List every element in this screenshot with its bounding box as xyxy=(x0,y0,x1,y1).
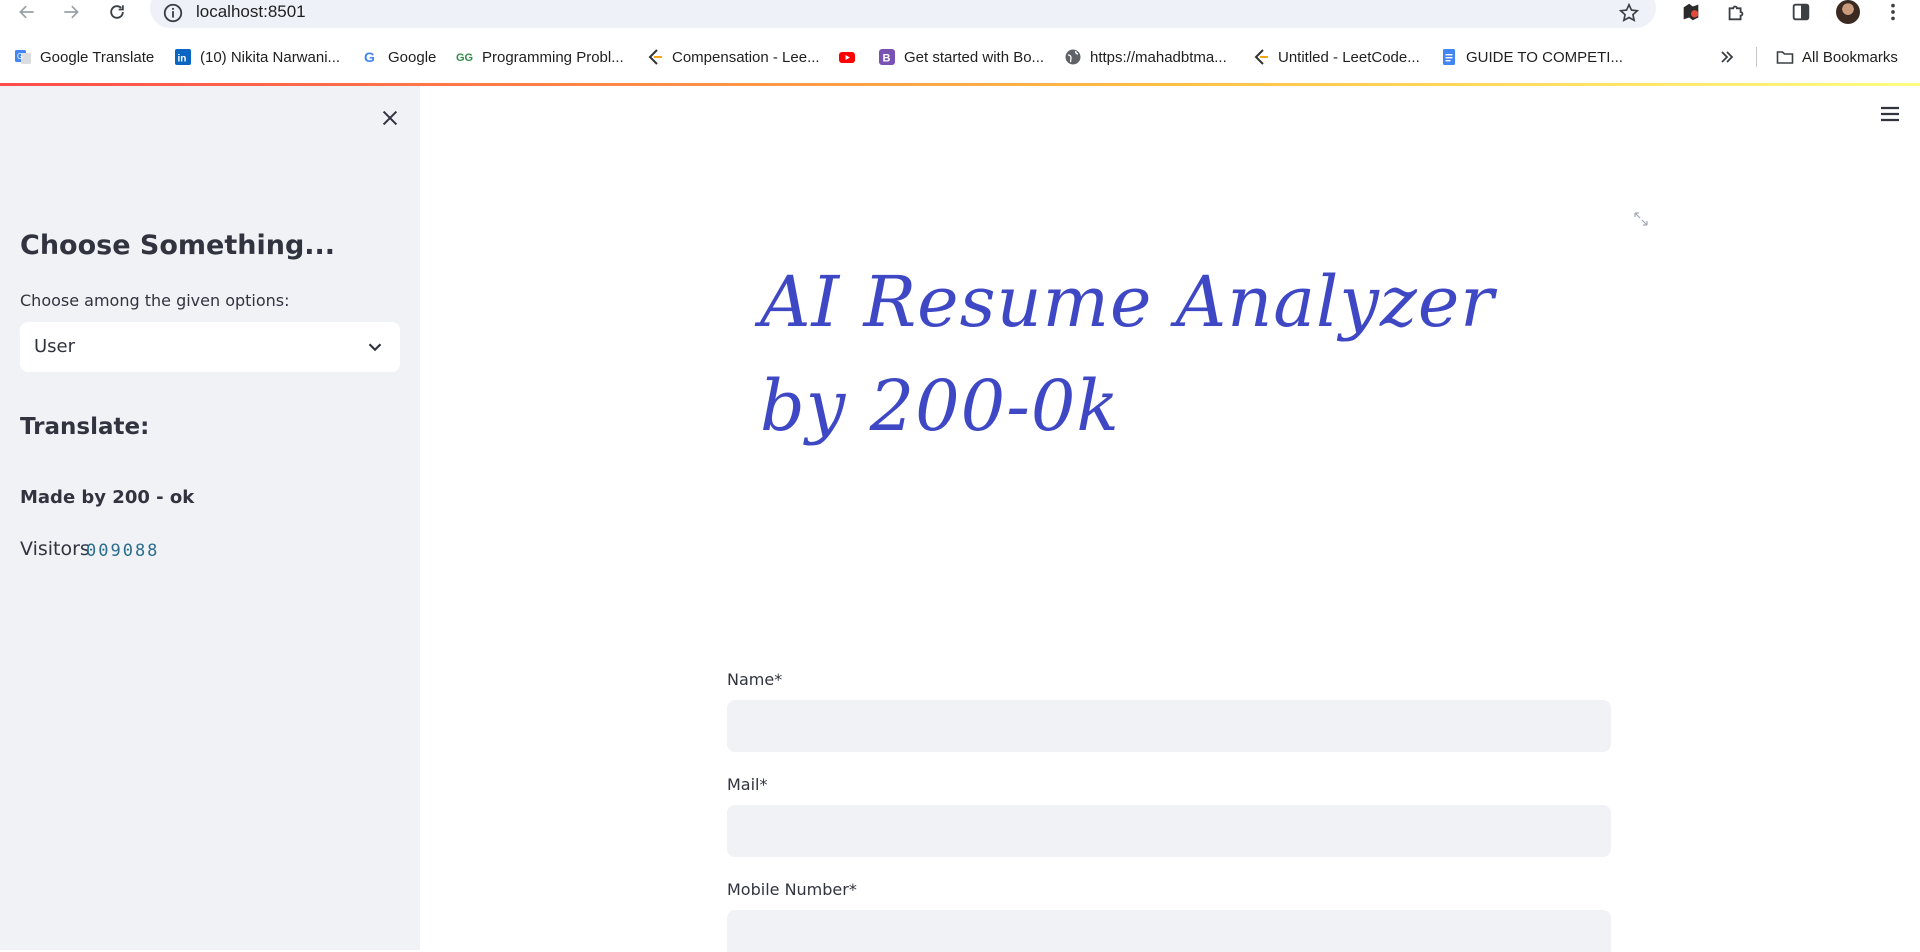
bookmark-youtube[interactable] xyxy=(838,45,864,69)
puzzle-icon xyxy=(1728,5,1744,21)
youtube-icon xyxy=(838,48,856,66)
more-vertical-icon xyxy=(1891,3,1895,21)
role-select[interactable]: User xyxy=(20,322,400,372)
bookmarks-bar: G Google Translate in (10) Nikita Narwan… xyxy=(0,41,1920,73)
back-button[interactable] xyxy=(12,0,42,24)
more-bookmarks-button[interactable] xyxy=(1718,45,1736,69)
fullscreen-icon[interactable] xyxy=(1634,212,1648,226)
reload-icon xyxy=(110,5,124,19)
extension-button[interactable] xyxy=(1678,0,1704,24)
address-bar[interactable]: localhost:8501 xyxy=(150,0,1656,28)
bookmark-star-icon[interactable] xyxy=(1618,2,1640,24)
mobile-input[interactable] xyxy=(727,910,1611,952)
svg-text:B: B xyxy=(883,53,891,65)
bookmark-google[interactable]: G Google xyxy=(362,45,436,69)
folder-icon xyxy=(1776,48,1794,66)
extension-icon xyxy=(1683,3,1699,21)
bookmark-bootstrap[interactable]: B Get started with Bo... xyxy=(878,45,1044,69)
double-chevron-right-icon xyxy=(1718,48,1736,66)
bootstrap-icon: B xyxy=(878,48,896,66)
arrow-right-icon xyxy=(64,5,79,19)
svg-text:G: G xyxy=(364,49,375,65)
hero-title-line-2: by 200-0k xyxy=(760,365,1120,447)
sidebar: Choose Something... Choose among the giv… xyxy=(0,86,420,950)
mail-label: Mail* xyxy=(727,775,768,794)
svg-text:G: G xyxy=(17,52,23,61)
side-panel-button[interactable] xyxy=(1788,0,1814,24)
name-input[interactable] xyxy=(727,700,1611,752)
url-text[interactable]: localhost:8501 xyxy=(196,2,306,22)
profile-avatar[interactable] xyxy=(1836,0,1860,24)
extensions-button[interactable] xyxy=(1723,0,1749,24)
bookmark-google-translate[interactable]: G Google Translate xyxy=(14,45,154,69)
bookmark-compensation[interactable]: Compensation - Lee... xyxy=(646,45,820,69)
svg-text:GG: GG xyxy=(456,52,473,64)
google-docs-icon xyxy=(1440,48,1458,66)
hero-title-line-1: AI Resume Analyzer xyxy=(760,261,1495,343)
leetcode-icon xyxy=(1252,48,1270,66)
mail-input[interactable] xyxy=(727,805,1611,857)
arrow-left-icon xyxy=(19,5,34,19)
sidebar-title: Choose Something... xyxy=(20,230,336,261)
visitors-label: Visitors xyxy=(20,538,90,560)
app-menu-button[interactable] xyxy=(1876,102,1904,126)
bookmarks-divider xyxy=(1756,47,1757,67)
made-by-text: Made by 200 - ok xyxy=(20,487,195,508)
visitors-counter: 009088 xyxy=(86,541,160,561)
bookmark-guide-competitive[interactable]: GUIDE TO COMPETI... xyxy=(1440,45,1623,69)
browser-toolbar: localhost:8501 xyxy=(0,0,1920,28)
close-sidebar-button[interactable] xyxy=(378,106,402,130)
hamburger-menu-icon xyxy=(1881,106,1899,122)
linkedin-icon: in xyxy=(174,48,192,66)
side-panel-icon xyxy=(1792,3,1810,21)
select-value: User xyxy=(34,336,76,357)
chevron-down-icon xyxy=(368,343,382,352)
bookmark-programming-problems[interactable]: GG Programming Probl... xyxy=(456,45,624,69)
bookmark-linkedin[interactable]: in (10) Nikita Narwani... xyxy=(174,45,340,69)
site-info-icon[interactable] xyxy=(162,2,184,24)
name-label: Name* xyxy=(727,670,783,689)
google-icon: G xyxy=(362,48,380,66)
geeksforgeeks-icon: GG xyxy=(456,48,474,66)
leetcode-icon xyxy=(646,48,664,66)
browser-menu-button[interactable] xyxy=(1880,0,1906,24)
close-icon xyxy=(382,110,398,126)
forward-button[interactable] xyxy=(56,0,86,24)
all-bookmarks-button[interactable]: All Bookmarks xyxy=(1776,45,1898,69)
hero-title: AI Resume Analyzer by 200-0k xyxy=(760,250,1580,458)
mobile-label: Mobile Number* xyxy=(727,880,857,899)
translate-heading: Translate: xyxy=(20,414,150,440)
google-translate-icon: G xyxy=(14,48,32,66)
svg-text:in: in xyxy=(178,54,187,65)
reload-button[interactable] xyxy=(102,0,132,24)
select-label: Choose among the given options: xyxy=(20,291,290,310)
globe-icon xyxy=(1064,48,1082,66)
bookmark-mahadbt[interactable]: https://mahadbtma... xyxy=(1064,45,1227,69)
bookmark-untitled-leetcode[interactable]: Untitled - LeetCode... xyxy=(1252,45,1420,69)
